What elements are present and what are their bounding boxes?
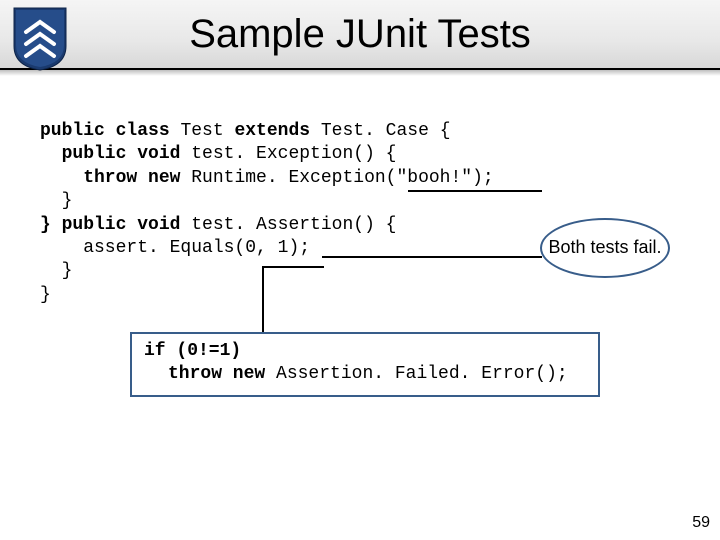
page-number: 59 — [692, 514, 710, 532]
explain-line-1: if (0!=1) — [144, 340, 586, 363]
callout-connector-1 — [408, 190, 542, 192]
slide-title: Sample JUnit Tests — [189, 12, 531, 57]
box-connector-h — [262, 266, 324, 268]
box-connector-v — [262, 267, 264, 332]
explanation-box: if (0!=1) throw new Assertion. Failed. E… — [130, 332, 600, 397]
code-line-6: assert. Equals(0, 1); — [40, 238, 310, 258]
code-line-5: } public void test. Assertion() { — [40, 215, 396, 235]
code-line-8: } — [40, 285, 51, 305]
code-line-3: throw new Runtime. Exception("booh!"); — [40, 168, 494, 188]
shield-logo — [12, 6, 68, 72]
callout-connector-2 — [322, 256, 542, 258]
slide-content: public class Test extends Test. Case { p… — [40, 120, 680, 307]
code-line-7: } — [40, 261, 72, 281]
code-line-4: } — [40, 191, 72, 211]
header-shadow — [0, 70, 720, 76]
code-block: public class Test extends Test. Case { p… — [40, 120, 680, 307]
fail-callout: Both tests fail. — [540, 218, 670, 278]
explain-line-2: throw new Assertion. Failed. Error(); — [144, 363, 586, 386]
code-line-2: public void test. Exception() { — [40, 144, 396, 164]
callout-text: Both tests fail. — [548, 238, 661, 258]
code-line-1: public class Test extends Test. Case { — [40, 121, 451, 141]
slide-header: Sample JUnit Tests — [0, 0, 720, 70]
